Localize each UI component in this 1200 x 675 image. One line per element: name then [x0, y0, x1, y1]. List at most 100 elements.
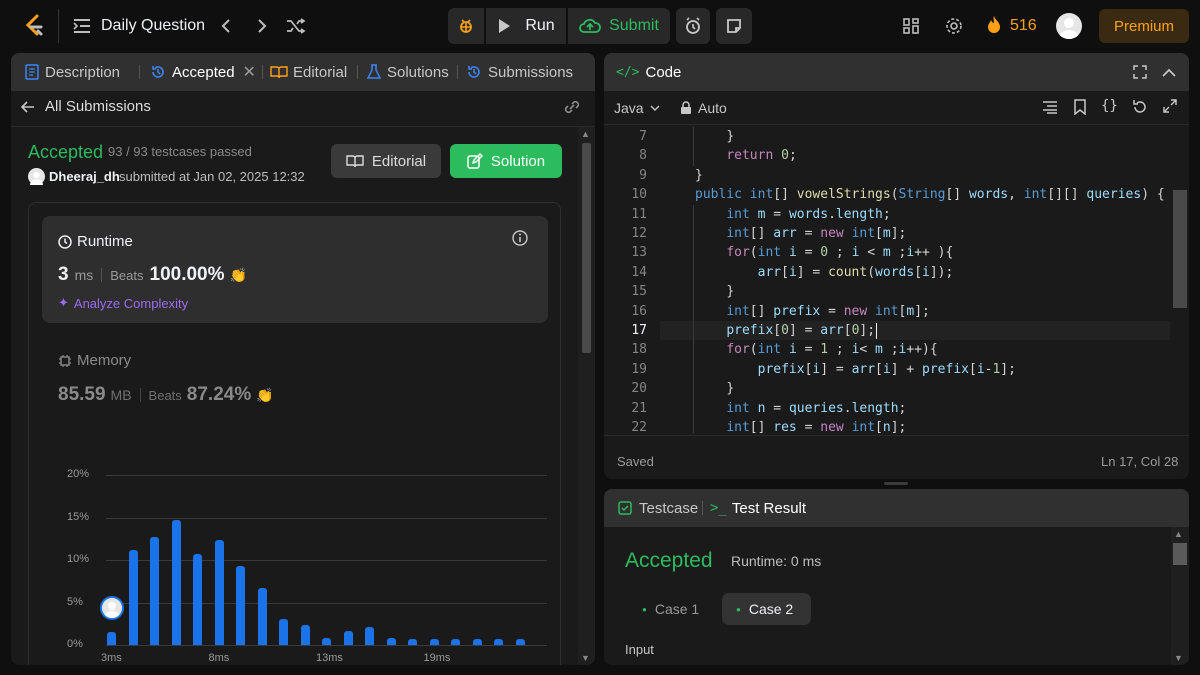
analyze-complexity-link[interactable]: ✦ Analyze Complexity [58, 295, 188, 311]
language-select[interactable]: Java [614, 100, 660, 116]
next-problem-icon[interactable] [252, 16, 272, 36]
code-line[interactable]: int[] res = new int[n]; [726, 418, 906, 433]
memory-card[interactable]: Memory [58, 352, 131, 369]
streak-fire-icon[interactable] [986, 15, 1002, 35]
code-token: = [796, 226, 821, 241]
code-line[interactable]: for(int i = 0 ; i < m ;i++ ){ [726, 243, 953, 262]
chart-bar[interactable] [451, 639, 460, 645]
code-line[interactable]: public int[] vowelStrings(String[] words… [695, 185, 1165, 204]
code-line[interactable]: int[] arr = new int[m]; [726, 224, 906, 243]
code-line[interactable]: } [726, 282, 734, 301]
code-token: [ [968, 361, 977, 377]
editorial-button[interactable]: Editorial [331, 144, 441, 178]
chart-bar[interactable] [515, 639, 525, 645]
chart-bar[interactable] [472, 639, 482, 645]
debug-button[interactable] [448, 8, 484, 44]
code-scrollbar-thumb[interactable] [1173, 190, 1187, 308]
shuffle-icon[interactable] [285, 16, 307, 36]
left-scrollbar-thumb[interactable] [582, 143, 591, 353]
maximize-icon[interactable] [1132, 64, 1148, 83]
tab-editorial[interactable]: Editorial [270, 53, 347, 91]
all-submissions-link[interactable]: All Submissions [21, 98, 151, 115]
format-code-icon[interactable] [1042, 100, 1058, 117]
chart-bar[interactable] [150, 537, 159, 645]
reset-icon[interactable] [1132, 99, 1148, 118]
tab-solutions[interactable]: Solutions [367, 53, 449, 91]
chart-bar[interactable] [279, 618, 288, 645]
expand-icon[interactable] [1163, 99, 1177, 116]
solution-button[interactable]: Solution [450, 144, 562, 178]
scroll-up-icon[interactable]: ▲ [1174, 529, 1183, 539]
code-line[interactable]: int m = words.length; [726, 205, 890, 224]
indent-guide [693, 301, 694, 321]
tab-submissions[interactable]: Submissions [466, 53, 573, 91]
chart-bar[interactable] [214, 539, 224, 645]
code-line[interactable]: for(int i = 1 ; i< m ;i++){ [726, 340, 937, 359]
problem-list-icon[interactable] [72, 16, 92, 36]
scroll-down-icon[interactable]: ▼ [1174, 653, 1183, 663]
user-avatar[interactable] [1056, 13, 1082, 39]
chart-bar[interactable] [107, 632, 116, 645]
scroll-down-icon[interactable]: ▼ [581, 653, 590, 663]
braces-icon[interactable]: {} [1101, 98, 1118, 114]
your-submission-marker[interactable] [99, 596, 124, 621]
chart-bar[interactable] [257, 588, 267, 645]
tab-code[interactable]: </> Code [616, 53, 681, 91]
chart-bar[interactable] [171, 520, 181, 645]
tab-description[interactable]: Description [25, 53, 120, 91]
tab-accepted[interactable]: Accepted ✕ [150, 53, 256, 91]
copy-link-icon[interactable] [563, 99, 581, 118]
case-1-tab[interactable]: ● Case 1 [630, 593, 720, 625]
panel-resize-handle[interactable] [884, 482, 908, 485]
chart-bar[interactable] [128, 549, 138, 645]
close-tab-icon[interactable]: ✕ [243, 62, 256, 82]
daily-question-title[interactable]: Daily Question [101, 17, 205, 35]
chart-bar[interactable] [322, 638, 331, 645]
runtime-distribution-chart[interactable]: 20% 15% 10% 5% 0% 3ms 8ms 13ms 19ms [11, 443, 578, 665]
chart-bar[interactable] [365, 627, 374, 645]
timer-button[interactable] [676, 8, 710, 44]
chart-bar[interactable] [386, 638, 396, 645]
tab-test-result[interactable]: >_ Test Result [710, 489, 806, 527]
runtime-card[interactable]: Runtime 3 ms Beats 100.00% 👏 ✦ Analyze C… [42, 216, 548, 323]
code-line[interactable]: arr[i] = count(words[i]); [758, 263, 954, 282]
code-line[interactable]: } [695, 166, 703, 185]
info-icon[interactable] [511, 229, 529, 250]
code-line[interactable]: prefix[i] = arr[i] + prefix[i-1]; [758, 360, 1016, 379]
leetcode-logo-icon[interactable] [22, 13, 46, 39]
code-editor[interactable]: 7} 8 return 0; 9} 10 public int[] vowelString… [604, 125, 1174, 433]
prev-problem-icon[interactable] [216, 16, 236, 36]
test-scrollbar[interactable]: ▲ ▼ [1171, 527, 1189, 665]
bookmark-icon[interactable] [1074, 99, 1086, 118]
code-line[interactable]: return 0; [726, 146, 796, 165]
chart-bar[interactable] [193, 554, 202, 645]
left-scrollbar[interactable]: ▲ ▼ [578, 127, 595, 665]
chart-bar[interactable] [343, 631, 353, 645]
settings-gear-icon[interactable] [944, 16, 964, 36]
case-2-tab[interactable]: ● Case 2 [722, 593, 811, 625]
submitter-name[interactable]: Dheeraj_dh [49, 169, 120, 184]
chart-bar[interactable] [494, 639, 503, 645]
chart-bar[interactable] [408, 639, 417, 645]
y-tick-label: 10% [67, 553, 90, 565]
streak-count[interactable]: 516 [1010, 17, 1037, 35]
code-line[interactable]: prefix[0] = arr[0]; [726, 321, 875, 340]
code-line[interactable]: int[] prefix = new int[m]; [726, 302, 930, 321]
test-scrollbar-thumb[interactable] [1173, 543, 1187, 565]
code-line[interactable]: } [726, 379, 734, 398]
submitter-avatar[interactable] [28, 168, 45, 185]
layout-grid-icon[interactable] [901, 16, 921, 36]
notes-button[interactable] [716, 8, 752, 44]
premium-button[interactable]: Premium [1099, 9, 1189, 43]
collapse-icon[interactable] [1162, 65, 1176, 81]
chart-bar[interactable] [429, 639, 439, 645]
auto-mode-toggle[interactable]: Auto [680, 100, 727, 116]
chart-bar[interactable] [300, 624, 310, 645]
run-button[interactable]: Run [486, 8, 566, 44]
chart-bar[interactable] [236, 565, 245, 645]
code-line[interactable]: int n = queries.length; [726, 399, 906, 418]
code-line[interactable]: } [726, 127, 734, 146]
tab-testcase[interactable]: Testcase [618, 489, 698, 527]
scroll-up-icon[interactable]: ▲ [581, 129, 590, 139]
submit-button[interactable]: Submit [568, 8, 670, 44]
